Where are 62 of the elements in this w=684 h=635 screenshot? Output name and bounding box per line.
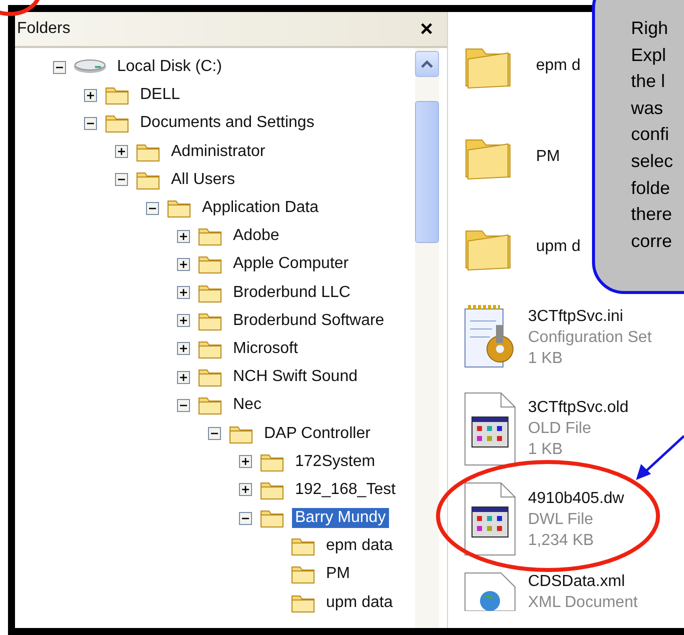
file-type: Configuration Set xyxy=(528,328,652,348)
folder-label[interactable]: 192_168_Test xyxy=(292,480,399,500)
folder-label[interactable]: Documents and Settings xyxy=(137,113,318,134)
expander-icon[interactable] xyxy=(115,173,128,186)
folder-label[interactable]: Microsoft xyxy=(230,338,301,359)
expander-icon[interactable] xyxy=(208,427,221,440)
folder-label[interactable]: PM xyxy=(323,564,353,584)
file-name[interactable]: PM xyxy=(536,146,560,167)
expander-icon[interactable] xyxy=(177,314,190,328)
expander-icon[interactable] xyxy=(239,512,252,525)
scrollbar[interactable] xyxy=(415,48,439,628)
file-name[interactable]: 4910b405.dw xyxy=(528,488,624,509)
folder-label[interactable]: DAP Controller xyxy=(261,424,374,444)
folder-label[interactable]: Adobe xyxy=(230,226,282,246)
expander-icon[interactable] xyxy=(177,370,190,384)
file-type: DWL File xyxy=(528,510,594,530)
expander-icon[interactable] xyxy=(146,202,159,215)
file-name[interactable]: upm d xyxy=(536,236,580,258)
folder-label[interactable]: Administrator xyxy=(168,142,268,162)
scroll-up-button[interactable] xyxy=(415,51,439,77)
folder-label[interactable]: NCH Swift Sound xyxy=(230,367,360,388)
callout-text: Righ Expl the l was confi selec folde there corre xyxy=(631,17,674,253)
close-button[interactable]: × xyxy=(416,18,437,40)
folder-label[interactable]: Local Disk (C:) xyxy=(114,57,225,78)
expander-icon[interactable] xyxy=(177,342,190,356)
file-name[interactable]: epm d xyxy=(536,54,580,76)
expander-icon[interactable] xyxy=(177,230,190,243)
web-document-icon xyxy=(462,570,518,611)
caret-up-icon xyxy=(420,59,434,69)
expander-icon[interactable] xyxy=(84,116,97,130)
expander-icon[interactable] xyxy=(84,88,97,102)
folder-label[interactable]: Apple Computer xyxy=(230,254,352,274)
folder-label[interactable]: Application Data xyxy=(199,198,322,218)
file-type: XML Document xyxy=(528,592,638,613)
folder-label[interactable]: Broderbund LLC xyxy=(230,282,354,303)
file-size: 1 KB xyxy=(528,349,564,370)
pane-title: Folders xyxy=(17,20,70,38)
file-name[interactable]: 3CTftpSvc.old xyxy=(528,397,628,418)
expander-icon[interactable] xyxy=(177,398,190,412)
document-icon xyxy=(462,481,518,558)
expander-icon[interactable] xyxy=(177,286,190,300)
annotation-arrow xyxy=(636,435,684,480)
expander-icon[interactable] xyxy=(177,258,190,271)
file-size: 1,234 KB xyxy=(528,530,595,551)
expander-icon[interactable] xyxy=(239,455,252,468)
file-name[interactable]: CDSData.xml xyxy=(528,570,638,592)
folder-label[interactable]: upm data xyxy=(323,592,396,613)
folder-label[interactable]: Nec xyxy=(230,395,264,416)
folder-label[interactable]: Barry Mundy xyxy=(292,508,389,528)
file-name[interactable]: 3CTftpSvc.ini xyxy=(528,306,652,328)
folder-label[interactable]: 172System xyxy=(292,452,378,472)
expander-icon[interactable] xyxy=(53,60,66,74)
document-icon xyxy=(462,390,518,467)
folder-label[interactable]: DELL xyxy=(137,85,184,106)
folder-label[interactable]: Broderbund Software xyxy=(230,310,388,331)
expander-icon[interactable] xyxy=(239,483,252,496)
expander-icon[interactable] xyxy=(115,145,128,158)
file-type: OLD File xyxy=(528,419,592,440)
folder-label[interactable]: All Users xyxy=(168,170,238,190)
folder-label[interactable]: epm data xyxy=(323,536,396,556)
scrollbar-thumb[interactable] xyxy=(415,101,439,243)
file-size: 1 KB xyxy=(528,440,564,460)
